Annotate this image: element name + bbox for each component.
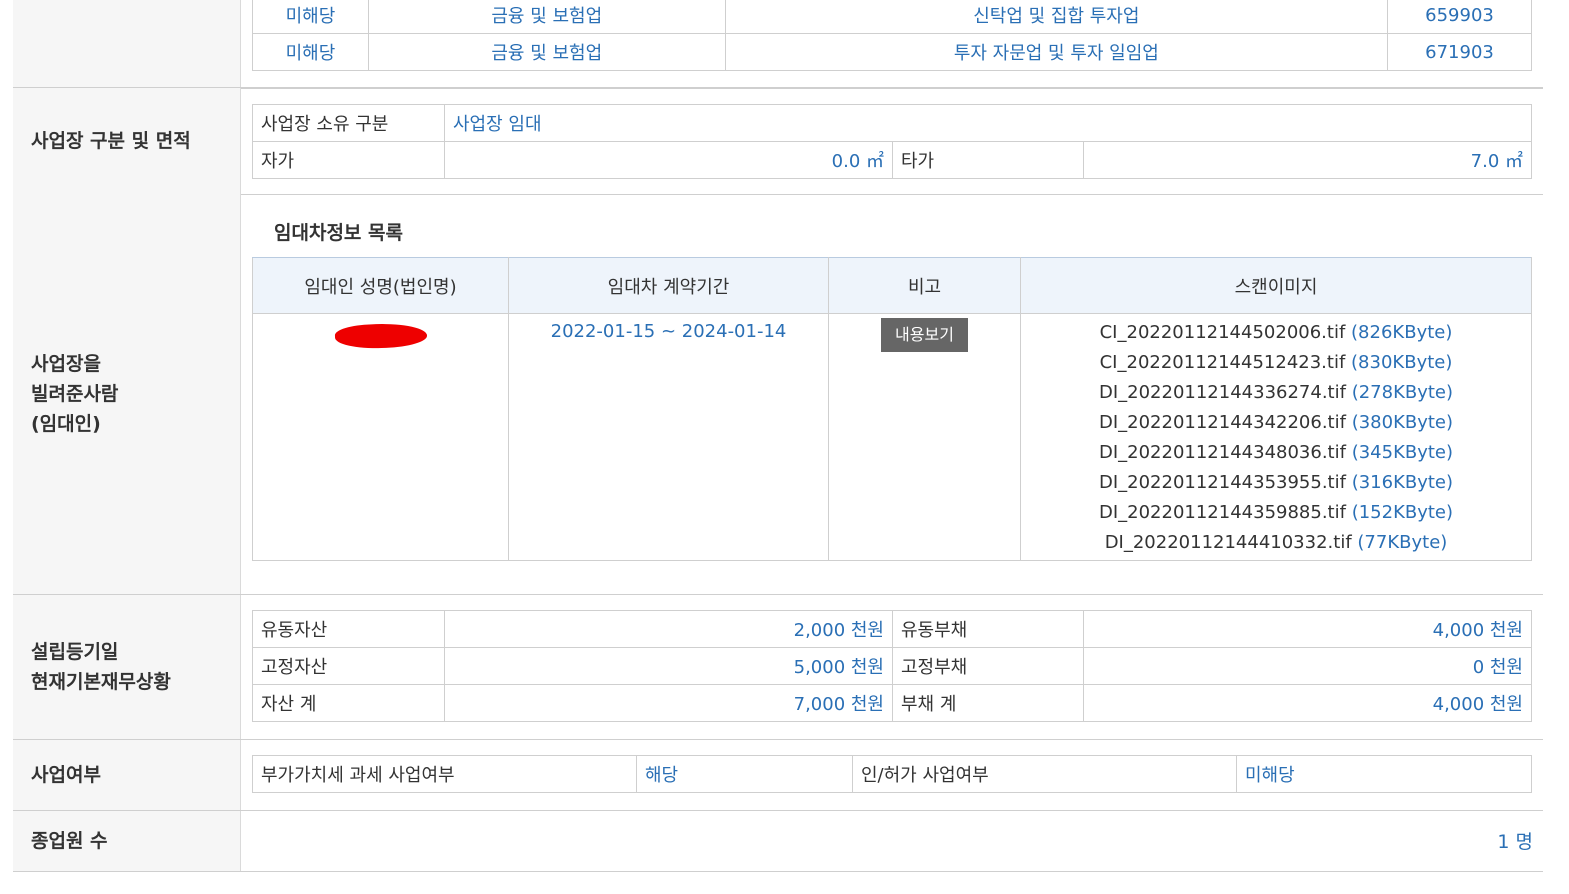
file-link[interactable]: DI_20220112144353955.tif (316KByte) — [1029, 468, 1523, 498]
finance-label: 부채 계 — [892, 684, 1084, 722]
premises-header: 사업장 구분 및 면적 — [13, 88, 241, 194]
column-header: 비고 — [828, 257, 1021, 314]
file-size: (316KByte) — [1351, 472, 1454, 493]
table-row: 고정자산 5,000 천원 고정부채 0 천원 — [252, 647, 1532, 685]
business-table: 부가가치세 과세 사업여부 해당 인/허가 사업여부 미해당 — [252, 755, 1532, 793]
column-header: 스캔이미지 — [1020, 257, 1532, 314]
file-name: DI_20220112144336274.tif — [1098, 382, 1346, 403]
file-size: (380KByte) — [1351, 412, 1454, 433]
lease-period: 2022-01-15 ~ 2024-01-14 — [508, 313, 829, 561]
file-size: (830KByte) — [1351, 352, 1453, 373]
file-size: (826KByte) — [1351, 322, 1453, 343]
lessor-name-cell — [252, 313, 509, 561]
file-link[interactable]: DI_20220112144342206.tif (380KByte) — [1029, 408, 1523, 438]
lease-table: 임대인 성명(법인명) 임대차 계약기간 비고 스캔이미지 2022-01-15… — [252, 257, 1532, 561]
finance-value: 5,000 천원 — [444, 647, 893, 685]
business-row: 사업여부 부가가치세 과세 사업여부 해당 인/허가 사업여부 미해당 — [13, 740, 1543, 811]
employees-value: 1 명 — [1497, 831, 1533, 853]
industry-status: 미해당 — [252, 33, 369, 71]
view-content-button[interactable]: 내용보기 — [881, 318, 968, 352]
file-link[interactable]: DI_20220112144348036.tif (345KByte) — [1029, 438, 1523, 468]
column-header: 임대인 성명(법인명) — [252, 257, 509, 314]
file-size: (278KByte) — [1351, 382, 1454, 403]
lessor-header-line: 사업장을 — [31, 353, 101, 375]
industry-category: 금융 및 보험업 — [367, 0, 726, 34]
file-name: DI_20220112144348036.tif — [1098, 442, 1346, 463]
finance-value: 4,000 천원 — [1083, 684, 1532, 722]
industry-code: 659903 — [1387, 0, 1532, 34]
table-row: 2022-01-15 ~ 2024-01-14 내용보기 CI_20220112… — [252, 313, 1532, 561]
file-name: DI_20220112144359885.tif — [1098, 502, 1346, 523]
finance-label: 고정부채 — [892, 647, 1084, 685]
file-link[interactable]: CI_20220112144502006.tif (826KByte) — [1029, 318, 1523, 348]
premises-table: 사업장 소유 구분 사업장 임대 자가 0.0 ㎡ 타가 7.0 ㎡ — [252, 104, 1532, 179]
lessor-row: 사업장을 빌려준사람 (임대인) 임대차정보 목록 임대인 성명(법인명) 임대… — [13, 194, 1543, 595]
table-row: 사업장 소유 구분 사업장 임대 — [252, 104, 1532, 142]
other-area-label: 타가 — [892, 141, 1084, 179]
finance-value: 2,000 천원 — [444, 610, 893, 648]
scan-images-cell: CI_20220112144502006.tif (826KByte) CI_2… — [1020, 313, 1532, 561]
finance-value: 0 천원 — [1083, 647, 1532, 685]
finance-label: 자산 계 — [252, 684, 445, 722]
business-header: 사업여부 — [13, 740, 241, 810]
finance-label: 유동부채 — [892, 610, 1084, 648]
file-size: (345KByte) — [1351, 442, 1454, 463]
finance-label: 유동자산 — [252, 610, 445, 648]
file-name: DI_20220112144353955.tif — [1098, 472, 1346, 493]
industry-category: 금융 및 보험업 — [367, 33, 726, 71]
employees-header: 종업원 수 — [13, 811, 241, 871]
vat-value: 해당 — [636, 755, 853, 793]
table-row: 부가가치세 과세 사업여부 해당 인/허가 사업여부 미해당 — [252, 755, 1532, 793]
finance-label: 고정자산 — [252, 647, 445, 685]
ownership-label: 사업장 소유 구분 — [252, 104, 445, 142]
finance-table: 유동자산 2,000 천원 유동부채 4,000 천원 고정자산 5,000 천… — [252, 610, 1532, 722]
file-name: DI_20220112144342206.tif — [1098, 412, 1346, 433]
industry-status: 미해당 — [252, 0, 369, 34]
remarks-cell: 내용보기 — [828, 313, 1021, 561]
other-area-value: 7.0 ㎡ — [1083, 141, 1532, 179]
file-link[interactable]: DI_20220112144359885.tif (152KByte) — [1029, 498, 1523, 528]
table-row: 자가 0.0 ㎡ 타가 7.0 ㎡ — [252, 141, 1532, 179]
file-name: CI_20220112144512423.tif — [1099, 352, 1346, 373]
employees-row: 종업원 수 1 명 — [13, 811, 1543, 872]
file-link[interactable]: DI_20220112144410332.tif (77KByte) — [1029, 528, 1523, 558]
table-row: 자산 계 7,000 천원 부채 계 4,000 천원 — [252, 684, 1532, 722]
file-link[interactable]: CI_20220112144512423.tif (830KByte) — [1029, 348, 1523, 378]
table-header-row: 임대인 성명(법인명) 임대차 계약기간 비고 스캔이미지 — [252, 257, 1532, 314]
lessor-header-line: (임대인) — [31, 413, 101, 435]
finance-header-line: 설립등기일 — [31, 641, 119, 663]
file-name: CI_20220112144502006.tif — [1099, 322, 1346, 343]
lease-list-title: 임대차정보 목록 — [274, 222, 403, 244]
column-header: 임대차 계약기간 — [508, 257, 829, 314]
finance-header: 설립등기일 현재기본재무상황 — [13, 595, 241, 739]
redacted-name — [334, 322, 427, 350]
lessor-header: 사업장을 빌려준사람 (임대인) — [13, 194, 241, 594]
table-row: 미해당 금융 및 보험업 투자 자문업 및 투자 일임업 671903 — [252, 33, 1532, 71]
own-area-value: 0.0 ㎡ — [444, 141, 893, 179]
industry-row: 미해당 금융 및 보험업 신탁업 및 집합 투자업 659903 미해당 금융 … — [13, 0, 1543, 89]
premises-row: 사업장 구분 및 면적 사업장 소유 구분 사업장 임대 자가 0.0 ㎡ 타가… — [13, 87, 1543, 195]
finance-value: 7,000 천원 — [444, 684, 893, 722]
finance-row: 설립등기일 현재기본재무상황 유동자산 2,000 천원 유동부채 4,000 … — [13, 595, 1543, 740]
own-area-label: 자가 — [252, 141, 445, 179]
industry-code: 671903 — [1387, 33, 1532, 71]
table-row: 유동자산 2,000 천원 유동부채 4,000 천원 — [252, 610, 1532, 648]
license-label: 인/허가 사업여부 — [852, 755, 1237, 793]
table-row: 미해당 금융 및 보험업 신탁업 및 집합 투자업 659903 — [252, 0, 1532, 34]
finance-value: 4,000 천원 — [1083, 610, 1532, 648]
license-value: 미해당 — [1236, 755, 1532, 793]
file-size: (77KByte) — [1357, 532, 1448, 553]
industry-table: 미해당 금융 및 보험업 신탁업 및 집합 투자업 659903 미해당 금융 … — [252, 0, 1532, 71]
file-link[interactable]: DI_20220112144336274.tif (278KByte) — [1029, 378, 1523, 408]
industry-detail: 신탁업 및 집합 투자업 — [724, 0, 1389, 34]
file-size: (152KByte) — [1351, 502, 1454, 523]
finance-header-line: 현재기본재무상황 — [31, 671, 171, 693]
industry-detail: 투자 자문업 및 투자 일임업 — [724, 33, 1389, 71]
industry-header — [13, 0, 241, 88]
ownership-value: 사업장 임대 — [444, 104, 1532, 142]
vat-label: 부가가치세 과세 사업여부 — [252, 755, 637, 793]
file-name: DI_20220112144410332.tif — [1104, 532, 1352, 553]
lessor-header-line: 빌려준사람 — [31, 383, 119, 405]
